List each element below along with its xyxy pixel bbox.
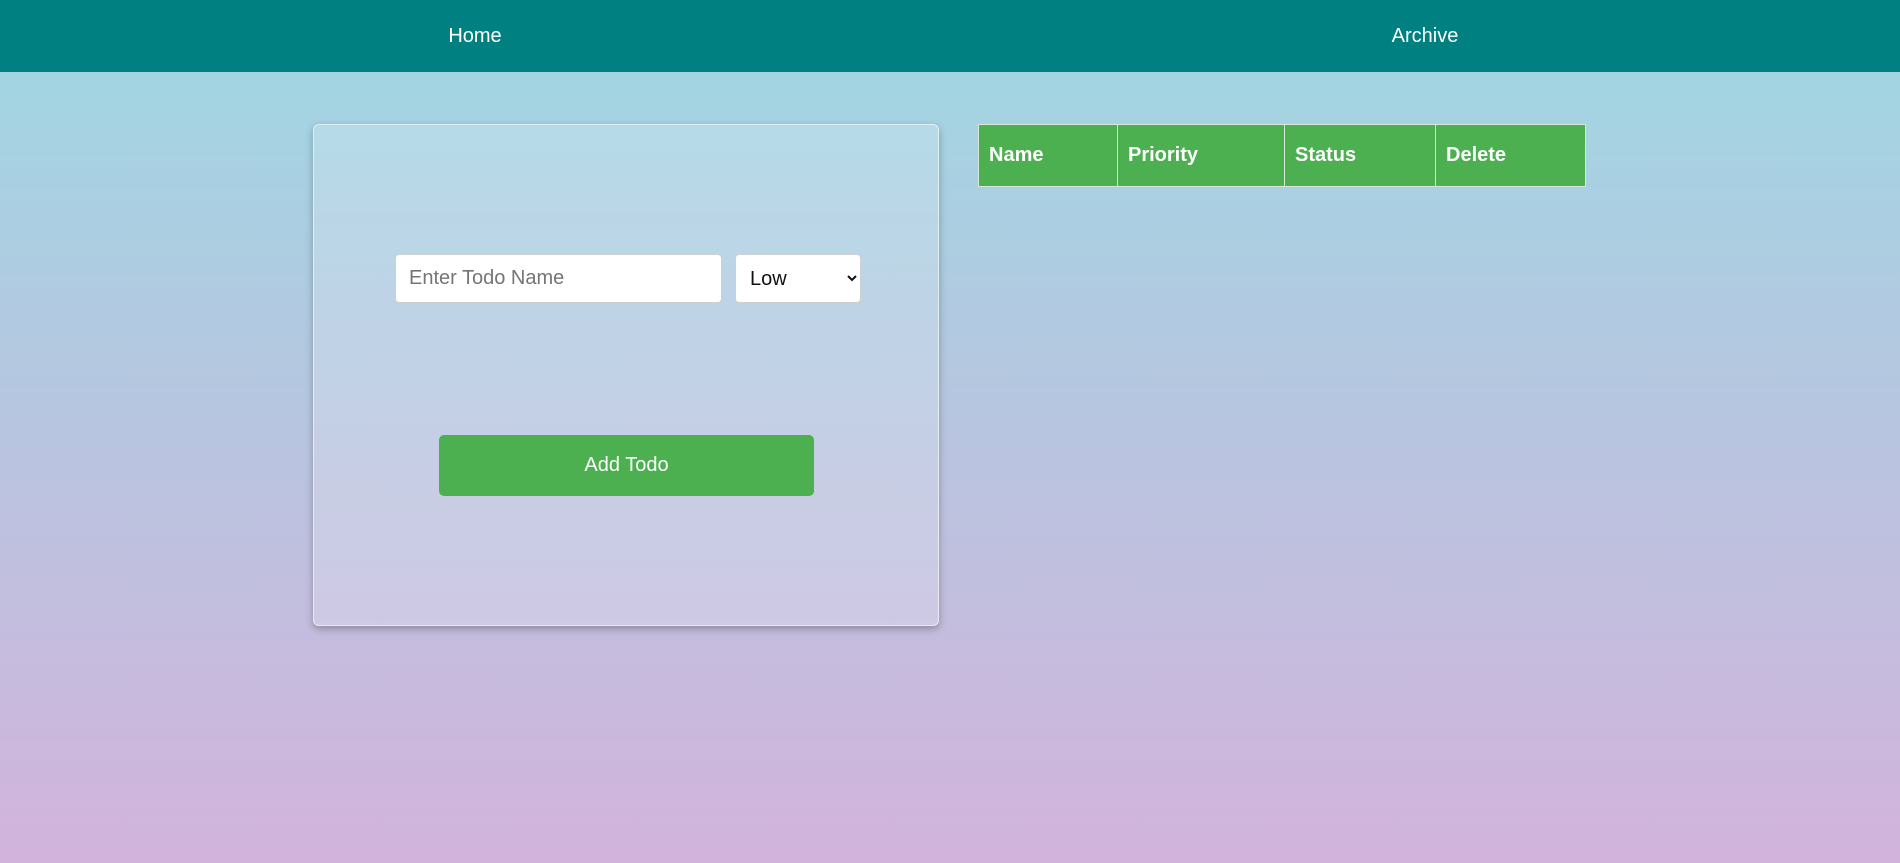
add-todo-button[interactable]: Add Todo	[439, 435, 814, 496]
column-header-priority: Priority	[1117, 124, 1285, 187]
table-header-row: Name Priority Status Delete	[978, 124, 1586, 187]
column-header-delete: Delete	[1435, 124, 1586, 187]
navbar: Home Archive	[0, 0, 1900, 72]
todo-form-card: Low Add Todo	[313, 124, 939, 626]
column-header-status: Status	[1284, 124, 1436, 187]
priority-select[interactable]: Low	[735, 254, 861, 303]
column-header-name: Name	[978, 124, 1118, 187]
todo-table: Name Priority Status Delete	[978, 124, 1586, 187]
todo-name-input[interactable]	[395, 254, 722, 303]
nav-link-archive[interactable]: Archive	[950, 0, 1900, 72]
nav-link-home[interactable]: Home	[0, 0, 950, 72]
